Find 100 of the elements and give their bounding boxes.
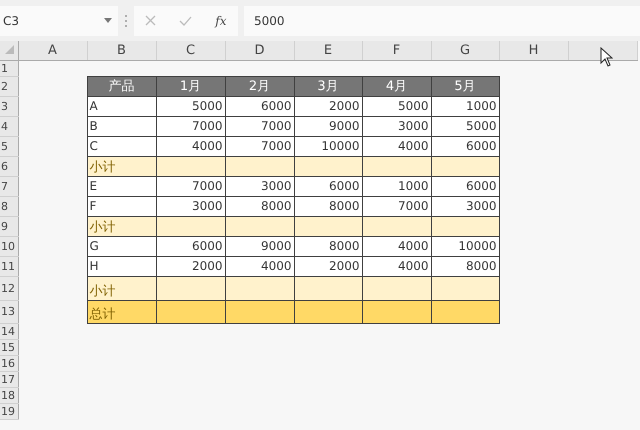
table-cell: 小计 [87, 216, 156, 236]
table-cell [431, 156, 499, 176]
row-header[interactable]: 7 [0, 176, 18, 196]
table-cell [362, 216, 431, 236]
table-cell: 4000 [362, 136, 431, 156]
column-header[interactable]: H [499, 41, 568, 60]
table-cell [431, 276, 499, 300]
table-cell: 5000 [362, 96, 431, 116]
table-cell [225, 156, 294, 176]
drag-handle-icon[interactable] [124, 14, 128, 28]
table-cell [362, 156, 431, 176]
table-cell [431, 216, 499, 236]
check-icon[interactable] [179, 16, 192, 26]
table-cell: 6000 [225, 96, 294, 116]
column-header[interactable]: B [87, 41, 156, 60]
table-cell: A [87, 96, 156, 116]
table-cell: G [87, 236, 156, 256]
table-cell: 8000 [294, 236, 362, 256]
dropdown-icon [104, 18, 112, 23]
table-cell: 6000 [431, 136, 499, 156]
row-header[interactable]: 17 [0, 371, 18, 387]
table-cell [362, 276, 431, 300]
table-cell: 10000 [431, 236, 499, 256]
cancel-icon[interactable] [145, 15, 156, 26]
column-header[interactable]: E [294, 41, 362, 60]
table-cell: 2000 [294, 256, 362, 276]
table-cell [225, 216, 294, 236]
table-cell: 3000 [362, 116, 431, 136]
table-cell: 小计 [87, 156, 156, 176]
table-cell: 2000 [294, 96, 362, 116]
name-box[interactable]: C3 [0, 6, 118, 36]
row-header[interactable]: 1 [0, 60, 18, 76]
table-cell: 6000 [431, 176, 499, 196]
row-header[interactable]: 8 [0, 196, 18, 216]
column-heading: 1月 [156, 76, 225, 96]
row-header[interactable]: 10 [0, 236, 18, 256]
table-cell: 10000 [294, 136, 362, 156]
row-header[interactable]: 18 [0, 387, 18, 403]
row-header[interactable]: 11 [0, 256, 18, 276]
table-cell: B [87, 116, 156, 136]
row-header[interactable]: 2 [0, 76, 18, 96]
table-cell: 2000 [156, 256, 225, 276]
table-cell: 小计 [87, 276, 156, 300]
table-cell: 1000 [362, 176, 431, 196]
table-cell [294, 276, 362, 300]
table-cell: 9000 [225, 236, 294, 256]
insert-function-button[interactable]: fx [215, 14, 227, 28]
table-cell: 4000 [362, 236, 431, 256]
table-cell: 总计 [87, 300, 156, 323]
row-header[interactable]: 16 [0, 355, 18, 371]
column-header[interactable]: A [18, 41, 87, 60]
row-header[interactable]: 6 [0, 156, 18, 176]
table-cell [294, 216, 362, 236]
column-header[interactable]: G [431, 41, 499, 60]
table-cell: 4000 [225, 256, 294, 276]
column-heading: 2月 [225, 76, 294, 96]
row-header[interactable]: 13 [0, 300, 18, 323]
row-header[interactable]: 3 [0, 96, 18, 116]
column-heading: 4月 [362, 76, 431, 96]
table-cell: 7000 [156, 176, 225, 196]
table-cell [362, 300, 431, 323]
table-cell: 9000 [294, 116, 362, 136]
table-cell: 6000 [294, 176, 362, 196]
table-cell: H [87, 256, 156, 276]
column-header[interactable]: D [225, 41, 294, 60]
table-cell: 7000 [156, 116, 225, 136]
row-header[interactable]: 5 [0, 136, 18, 156]
table-cell: 4000 [362, 256, 431, 276]
formula-field[interactable]: 5000 [244, 6, 640, 36]
table-cell: 3000 [156, 196, 225, 216]
table-cell [156, 156, 225, 176]
table-cell: 6000 [156, 236, 225, 256]
row-header[interactable]: 12 [0, 276, 18, 300]
table-cell: 5000 [431, 116, 499, 136]
column-heading: 5月 [431, 76, 499, 96]
table-cell: F [87, 196, 156, 216]
column-heading: 3月 [294, 76, 362, 96]
table-cell: C [87, 136, 156, 156]
table-cell [156, 276, 225, 300]
row-header[interactable]: 14 [0, 323, 18, 339]
table-cell: 4000 [156, 136, 225, 156]
table-cell: 7000 [225, 116, 294, 136]
row-header[interactable]: 9 [0, 216, 18, 236]
row-header[interactable]: 15 [0, 339, 18, 355]
table-cell [294, 156, 362, 176]
select-all-icon[interactable] [4, 44, 14, 54]
row-header[interactable]: 19 [0, 403, 18, 419]
table-cell: 8000 [294, 196, 362, 216]
column-header[interactable]: C [156, 41, 225, 60]
table-cell [225, 276, 294, 300]
table-cell: 8000 [431, 256, 499, 276]
table-cell: 8000 [225, 196, 294, 216]
table-cell: 7000 [362, 196, 431, 216]
column-header[interactable]: F [362, 41, 431, 60]
table-cell: 1000 [431, 96, 499, 116]
row-header[interactable]: 4 [0, 116, 18, 136]
table-cell [156, 216, 225, 236]
table-cell [156, 300, 225, 323]
table-cell: 5000 [156, 96, 225, 116]
table-cell [225, 300, 294, 323]
